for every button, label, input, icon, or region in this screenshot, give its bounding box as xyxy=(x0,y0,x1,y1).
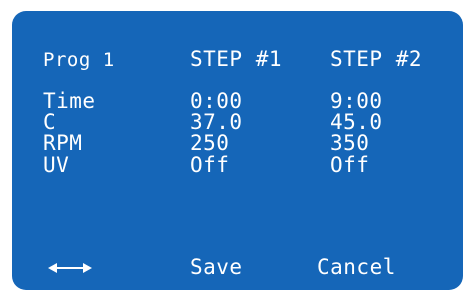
left-right-arrows-svg xyxy=(48,263,92,273)
rpm-label: RPM xyxy=(43,131,83,155)
cancel-button[interactable]: Cancel xyxy=(317,257,396,278)
program-label[interactable]: Prog 1 xyxy=(43,51,115,70)
step-2-uv-value[interactable]: Off xyxy=(330,155,369,176)
step-1-temperature-value[interactable]: 37.0 xyxy=(190,112,243,133)
step-1-header[interactable]: STEP #1 xyxy=(190,49,282,70)
temperature-label: C xyxy=(43,110,57,134)
left-right-arrows-icon[interactable] xyxy=(48,259,92,279)
step-2-header[interactable]: STEP #2 xyxy=(330,49,422,70)
uv-label: UV xyxy=(43,153,70,177)
device-screen: Prog 1 STEP #1 STEP #2 Time 0:00 9:00 C … xyxy=(12,11,463,290)
save-button[interactable]: Save xyxy=(190,257,243,278)
step-2-temperature-value[interactable]: 45.0 xyxy=(330,112,383,133)
step-1-uv-value[interactable]: Off xyxy=(190,155,229,176)
time-label: Time xyxy=(43,89,96,113)
step-1-rpm-value[interactable]: 250 xyxy=(190,133,229,154)
step-2-time-value[interactable]: 9:00 xyxy=(330,91,383,112)
step-2-rpm-value[interactable]: 350 xyxy=(330,133,369,154)
step-1-time-value[interactable]: 0:00 xyxy=(190,91,243,112)
